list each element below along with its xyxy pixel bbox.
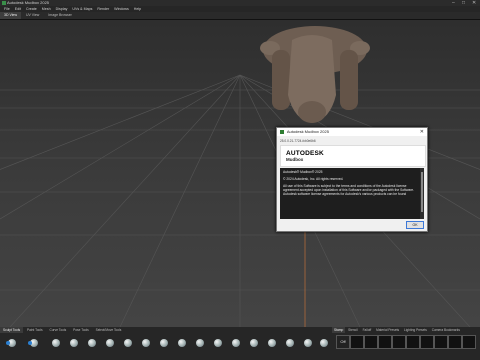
license-text: All use of this Software is subject to t…	[283, 184, 415, 196]
dialog-titlebar: Autodesk Mudbox 2025 ✕	[277, 128, 427, 136]
tool-shelf: Sculpt Tools Paint Tools Curve Tools Pos…	[0, 327, 480, 360]
grab-tool-icon[interactable]	[68, 337, 80, 355]
stamp-thumbnail[interactable]	[378, 335, 392, 349]
tab-select-move-tools[interactable]: Select/Move Tools	[93, 327, 125, 333]
license-text-area[interactable]: Autodesk® Mudbox® 2025 © 2024 Autodesk, …	[280, 168, 420, 219]
stamp-thumbnail[interactable]	[434, 335, 448, 349]
tab-stamp[interactable]: Stamp	[332, 327, 346, 333]
autodesk-logo: AUTODESK Mudbox	[280, 145, 426, 167]
mudbox-dialog-icon	[280, 130, 284, 134]
pinch-tool-icon[interactable]	[86, 337, 98, 355]
stamp-thumbnail[interactable]	[448, 335, 462, 349]
tab-uv-view[interactable]: UV View	[22, 12, 43, 19]
tab-image-browser[interactable]: Image Browser	[44, 12, 76, 19]
tab-falloff[interactable]: Falloff	[361, 327, 374, 333]
tab-curve-tools[interactable]: Curve Tools	[46, 327, 69, 333]
stamp-thumbnail[interactable]	[406, 335, 420, 349]
tab-camera-bookmarks[interactable]: Camera Bookmarks	[430, 327, 462, 333]
foamy-tool-icon[interactable]	[122, 337, 134, 355]
stamp-thumbnail[interactable]	[462, 335, 476, 349]
version-string: 25.0.0.21-7724-fcb0e6b6	[280, 139, 316, 143]
amplify-tool-icon[interactable]	[302, 337, 314, 355]
stamp-off[interactable]: Off	[336, 335, 350, 349]
wax-tool-icon[interactable]	[194, 337, 206, 355]
dialog-close-button[interactable]: ✕	[420, 128, 424, 136]
stamp-tray: Off	[334, 335, 480, 355]
freeze-tool-icon[interactable]	[318, 337, 330, 355]
sculpt-tool-icons	[4, 337, 330, 357]
logo-product: Mudbox	[286, 157, 304, 162]
smear-tool-icon[interactable]	[266, 337, 278, 355]
tab-paint-tools[interactable]: Paint Tools	[24, 327, 46, 333]
relax-tool-icon[interactable]	[50, 337, 62, 355]
scrape-tool-icon[interactable]	[212, 337, 224, 355]
tab-stencil[interactable]: Stencil	[346, 327, 360, 333]
license-scrollbar[interactable]	[420, 168, 424, 219]
tab-pose-tools[interactable]: Pose Tools	[70, 327, 92, 333]
tab-3d-view[interactable]: 3D View	[0, 12, 21, 19]
tab-lighting-presets[interactable]: Lighting Presets	[402, 327, 429, 333]
tab-material-presets[interactable]: Material Presets	[374, 327, 401, 333]
repeat-tool-icon[interactable]	[158, 337, 170, 355]
stamp-thumbnail[interactable]	[364, 335, 378, 349]
bulge-tool-icon[interactable]	[284, 337, 296, 355]
stamp-thumbnail[interactable]	[350, 335, 364, 349]
view-tabs: 3D View UV View Image Browser	[0, 12, 480, 20]
logo-wordmark: AUTODESK	[286, 150, 324, 157]
copyright-text: © 2024 Autodesk, Inc. All rights reserve…	[283, 177, 344, 181]
dialog-title: Autodesk Mudbox 2025	[286, 129, 329, 134]
mudbox-app-icon	[2, 1, 6, 5]
shelf-tabs: Sculpt Tools Paint Tools Curve Tools Pos…	[0, 327, 330, 333]
spray-tool-icon[interactable]	[140, 337, 152, 355]
tray-tabs: Stamp Stencil Falloff Material Presets L…	[332, 327, 480, 333]
ok-button[interactable]: OK	[406, 221, 424, 229]
scrollbar-thumb[interactable]	[421, 172, 423, 212]
product-name: Autodesk® Mudbox® 2025	[283, 170, 323, 174]
knife-tool-icon[interactable]	[248, 337, 260, 355]
sculpt-tool-icon[interactable]	[6, 337, 18, 355]
smooth-tool-icon[interactable]	[28, 337, 40, 355]
sculpt-model	[260, 26, 370, 123]
fill-tool-icon[interactable]	[230, 337, 242, 355]
stamp-thumbnail[interactable]	[420, 335, 434, 349]
imprint-tool-icon[interactable]	[176, 337, 188, 355]
flatten-tool-icon[interactable]	[104, 337, 116, 355]
tab-sculpt-tools[interactable]: Sculpt Tools	[0, 327, 24, 333]
stamp-thumbnail[interactable]	[392, 335, 406, 349]
about-dialog: Autodesk Mudbox 2025 ✕ 25.0.0.21-7724-fc…	[276, 127, 428, 232]
